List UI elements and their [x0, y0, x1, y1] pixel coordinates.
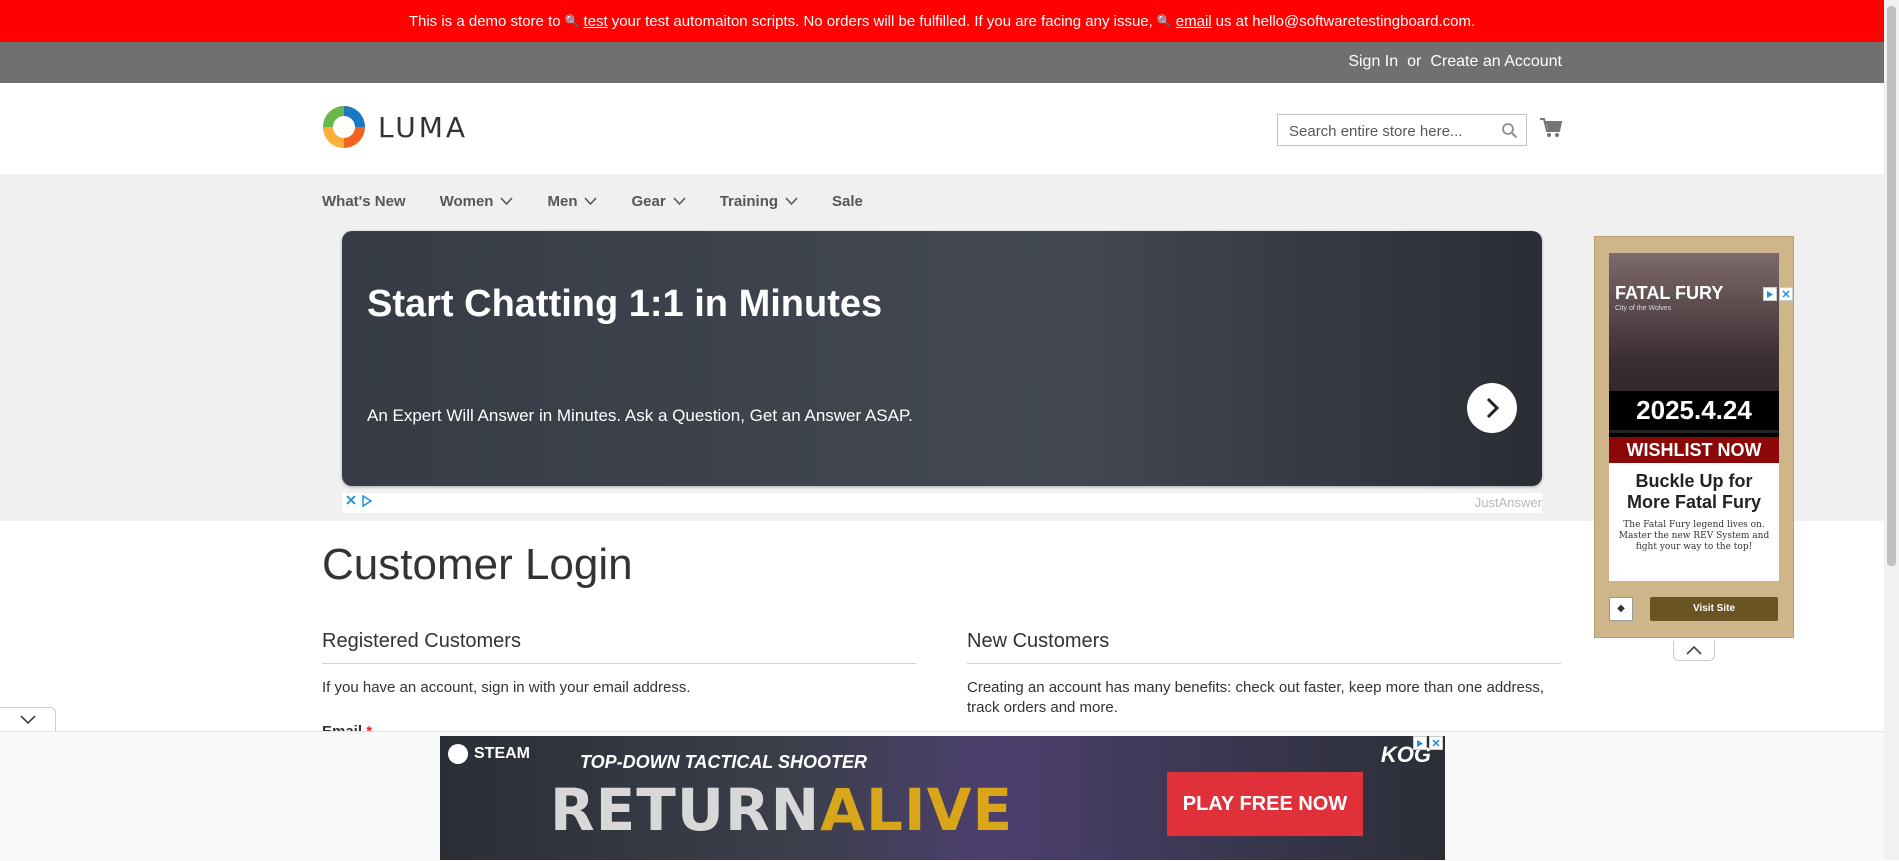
nav-item-training[interactable]: Training [720, 190, 798, 212]
steam-label: STEAM [474, 745, 530, 762]
header-links: Sign In or Create an Account [1348, 53, 1562, 71]
main-nav: What's New Women Men Gear Training Sale [322, 190, 897, 212]
nav-item-label: Training [719, 192, 779, 210]
ad-game-subtitle: City of the Wolves [1615, 305, 1672, 312]
ad-title: Start Chatting 1:1 in Minutes [367, 283, 883, 325]
chevron-down-icon [673, 196, 686, 205]
nav-item-gear[interactable]: Gear [631, 190, 686, 212]
nav-item-sale[interactable]: Sale [832, 190, 863, 212]
demo-notice-suffix: us at hello@softwaretestingboard.com. [1215, 12, 1476, 30]
nav-item-label: Men [547, 192, 578, 210]
search-box [1277, 114, 1527, 146]
ad-advertiser[interactable]: JustAnswer [1475, 495, 1542, 510]
search-input[interactable] [1287, 116, 1496, 146]
bottom-ad[interactable]: STEAM TOP-DOWN TACTICAL SHOOTER RETURNAL… [440, 736, 1445, 860]
cart-icon[interactable] [1539, 116, 1563, 140]
nav-item-whats-new[interactable]: What's New [322, 190, 406, 212]
page-scrollbar[interactable] [1884, 0, 1899, 860]
registered-customers-title: Registered Customers [322, 630, 916, 664]
game-title-part2: ALIVE [820, 776, 1014, 844]
bottom-ad-tagline: TOP-DOWN TACTICAL SHOOTER [580, 752, 867, 772]
nav-item-label: What's New [322, 192, 406, 210]
game-title-part1: RETURN [550, 776, 821, 844]
side-ad[interactable]: FATAL FURY City of the Wolves 2025.4.24 … [1594, 236, 1794, 638]
demo-notice-middle: your test automaiton scripts. No orders … [611, 12, 1153, 30]
header-content: LUMA [0, 83, 1884, 174]
ad-choices-icon[interactable] [362, 495, 372, 507]
chevron-down-icon [500, 196, 514, 205]
nav-item-women[interactable]: Women [440, 190, 514, 212]
new-customers-block: New Customers Creating an account has ma… [967, 630, 1561, 718]
registered-customers-block: Registered Customers If you have an acco… [322, 630, 916, 698]
panel-header: Sign In or Create an Account [0, 42, 1884, 83]
ad-game-title: FATAL FURY [1615, 283, 1724, 303]
ad-subtitle: An Expert Will Answer in Minutes. Ask a … [367, 406, 913, 425]
or-text: or [1407, 53, 1422, 70]
side-ad-card[interactable]: Buckle Up for More Fatal Fury The Fatal … [1609, 463, 1779, 581]
chevron-down-icon [19, 715, 36, 724]
logo-text: LUMA [378, 110, 469, 144]
ad-wishlist: WISHLIST NOW [1609, 437, 1779, 463]
luma-logo-icon [323, 106, 365, 148]
search-icon: 🔍 [564, 14, 580, 28]
chevron-down-icon [584, 196, 598, 205]
chat-ad-banner[interactable]: Start Chatting 1:1 in Minutes An Expert … [342, 231, 1542, 486]
bottom-ad-controls [1413, 736, 1443, 750]
chevron-right-icon [1486, 397, 1500, 419]
side-ad-headline: Buckle Up for More Fatal Fury [1626, 471, 1762, 512]
demo-notice-prefix: This is a demo store to [408, 12, 561, 30]
close-icon[interactable] [1429, 736, 1443, 750]
ad-next-button[interactable] [1467, 383, 1517, 433]
nav-item-label: Women [439, 192, 494, 210]
ad-release-date: 2025.4.24 [1609, 391, 1779, 430]
visit-site-button[interactable]: Visit Site [1650, 597, 1778, 621]
chevron-down-icon [785, 196, 798, 205]
nav-item-label: Gear [631, 192, 666, 210]
close-icon[interactable] [346, 495, 356, 505]
bottom-ad-game-title: RETURNALIVE [550, 776, 1013, 844]
steam-icon [448, 744, 468, 764]
chevron-up-icon [1686, 646, 1702, 655]
page-title: Customer Login [322, 540, 633, 589]
side-ad-image[interactable]: FATAL FURY City of the Wolves 2025.4.24 … [1609, 253, 1779, 463]
side-ad-controls [1763, 287, 1793, 301]
ad-choices-icon[interactable] [1763, 287, 1777, 301]
advertiser-logo-icon: ◆ [1609, 597, 1633, 621]
search-icon: 🔍 [1156, 14, 1172, 28]
steam-badge: STEAM [448, 744, 530, 764]
demo-notice-bar: This is a demo store to 🔍 test your test… [0, 0, 1884, 42]
create-account-link[interactable]: Create an Account [1430, 53, 1562, 71]
side-ad-body: The Fatal Fury legend lives on. Master t… [1618, 520, 1770, 552]
search-icon[interactable] [1501, 122, 1518, 139]
nav-item-label: Sale [832, 192, 863, 210]
bottom-ad-toggle[interactable] [0, 707, 56, 731]
registered-customers-text: If you have an account, sign in with you… [322, 679, 691, 696]
test-link[interactable]: test [584, 13, 608, 30]
ad-choices[interactable] [346, 495, 372, 507]
side-ad-collapse-button[interactable] [1673, 641, 1715, 661]
play-free-button[interactable]: PLAY FREE NOW [1167, 772, 1363, 836]
sign-in-link[interactable]: Sign In [1348, 53, 1398, 71]
new-customers-title: New Customers [967, 630, 1561, 664]
nav-item-men[interactable]: Men [547, 190, 598, 212]
ad-footer: JustAnswer [342, 493, 1542, 513]
email-link[interactable]: email [1176, 13, 1212, 30]
ad-choices-icon[interactable] [1413, 736, 1427, 750]
close-icon[interactable] [1779, 287, 1793, 301]
scrollbar-thumb[interactable] [1887, 6, 1896, 566]
luma-logo[interactable]: LUMA [322, 105, 468, 149]
new-customers-text: Creating an account has many benefits: c… [967, 679, 1545, 716]
